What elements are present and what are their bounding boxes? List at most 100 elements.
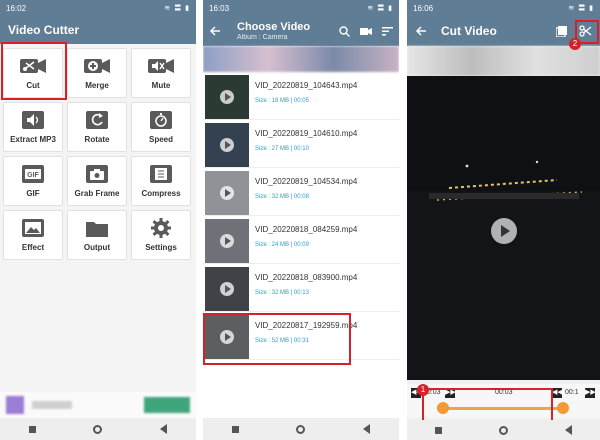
video-name: VID_20220819_104643.mp4 bbox=[255, 81, 358, 90]
tool-label: Output bbox=[83, 243, 111, 252]
step-badge-1: 1 bbox=[417, 384, 429, 396]
toolbar-actions bbox=[339, 25, 393, 37]
back-icon[interactable] bbox=[363, 424, 371, 434]
tool-label: Effect bbox=[21, 243, 45, 252]
play-icon bbox=[220, 186, 234, 200]
tool-extract-mp3-button[interactable]: Extract MP3 bbox=[3, 102, 63, 152]
app-title: Video Cutter bbox=[8, 23, 80, 37]
video-meta: Size : 32 MB | 00:08 bbox=[255, 194, 309, 200]
plus-film-icon bbox=[83, 56, 111, 76]
status-time: 16:03 bbox=[209, 3, 230, 13]
compress-icon bbox=[147, 164, 175, 184]
gear-icon bbox=[147, 218, 175, 238]
stopwatch-icon bbox=[147, 110, 175, 130]
video-name: VID_20220818_084259.mp4 bbox=[255, 225, 358, 234]
search-icon[interactable] bbox=[339, 25, 350, 37]
video-preview[interactable] bbox=[407, 76, 600, 380]
rewind-end-icon[interactable]: ◀◀ bbox=[552, 388, 563, 398]
svg-text:GIF: GIF bbox=[27, 172, 39, 179]
status-bar: 16:03 ≋ 〓 ▮ bbox=[203, 0, 399, 16]
video-list-item[interactable]: VID_20220818_084259.mp4 Size : 24 MB | 00… bbox=[203, 216, 399, 264]
tool-label: Merge bbox=[85, 81, 109, 90]
video-name: VID_20220819_104534.mp4 bbox=[255, 177, 358, 186]
play-icon bbox=[220, 234, 234, 248]
speaker-icon bbox=[19, 110, 47, 130]
tool-effect-button[interactable]: Effect bbox=[3, 210, 63, 260]
selected-video-highlight-box bbox=[203, 313, 351, 365]
tool-rotate-button[interactable]: Rotate bbox=[67, 102, 127, 152]
ad-install-button[interactable] bbox=[144, 397, 190, 413]
home-screen: 16:02 ≋ 〓 ▮ Video Cutter Cut Merge Mute bbox=[0, 0, 196, 440]
album-subtitle: Album : Camera bbox=[237, 34, 288, 41]
status-icons: ≋ 〓 ▮ bbox=[164, 5, 190, 12]
end-time: 00:1 bbox=[565, 389, 579, 396]
system-nav-bar bbox=[203, 418, 399, 440]
video-meta: Size : 27 MB | 00:10 bbox=[255, 146, 309, 152]
media-icon[interactable] bbox=[556, 25, 567, 37]
back-arrow-icon[interactable] bbox=[209, 25, 221, 37]
play-icon bbox=[220, 282, 234, 296]
cut-highlight-box bbox=[1, 42, 67, 100]
home-icon[interactable] bbox=[296, 424, 306, 434]
tool-grab-frame-button[interactable]: Grab Frame bbox=[67, 156, 127, 206]
tool-label: GIF bbox=[26, 189, 40, 198]
video-list-item[interactable]: VID_20220818_083900.mp4 Size : 32 MB | 00… bbox=[203, 264, 399, 312]
app-bar: Choose Video Album : Camera bbox=[203, 16, 399, 46]
ad-logo bbox=[6, 396, 24, 414]
status-bar: 16:06 ≋ 〓 ▮ bbox=[407, 0, 600, 16]
effect-icon bbox=[19, 218, 47, 238]
screen-title: Cut Video bbox=[441, 24, 497, 38]
tool-label: Extract MP3 bbox=[10, 135, 56, 144]
choose-video-screen: 16:03 ≋ 〓 ▮ Choose Video Album : Camera … bbox=[203, 0, 399, 440]
back-arrow-icon[interactable] bbox=[415, 25, 427, 37]
tool-mute-button[interactable]: Mute bbox=[131, 48, 191, 98]
video-meta: Size : 32 MB | 00:13 bbox=[255, 290, 309, 296]
recents-icon[interactable] bbox=[231, 425, 239, 433]
tool-merge-button[interactable]: Merge bbox=[67, 48, 127, 98]
tool-gif-button[interactable]: GIF GIF bbox=[3, 156, 63, 206]
play-icon bbox=[220, 138, 234, 152]
video-thumbnail bbox=[205, 267, 249, 311]
tool-label: Grab Frame bbox=[74, 189, 120, 198]
rotate-icon bbox=[83, 110, 111, 130]
recents-icon[interactable] bbox=[28, 425, 36, 433]
home-icon[interactable] bbox=[498, 425, 508, 435]
gif-icon: GIF bbox=[19, 164, 47, 184]
recents-icon[interactable] bbox=[435, 426, 443, 434]
status-icons: ≋ 〓 ▮ bbox=[568, 5, 594, 12]
video-name: VID_20220818_083900.mp4 bbox=[255, 273, 358, 282]
video-list-item[interactable]: VID_20220819_104610.mp4 Size : 27 MB | 00… bbox=[203, 120, 399, 168]
tool-speed-button[interactable]: Speed bbox=[131, 102, 191, 152]
camera-icon bbox=[83, 164, 111, 184]
ad-banner[interactable] bbox=[0, 392, 196, 418]
blurred-banner bbox=[407, 46, 600, 76]
mute-film-icon bbox=[147, 56, 175, 76]
app-bar: Video Cutter bbox=[0, 16, 196, 44]
album-banner bbox=[203, 46, 399, 72]
back-icon[interactable] bbox=[160, 424, 168, 434]
tool-output-button[interactable]: Output bbox=[67, 210, 127, 260]
ad-text bbox=[32, 401, 72, 409]
tool-label: Compress bbox=[141, 189, 181, 198]
video-meta: Size : 18 MB | 00:05 bbox=[255, 98, 309, 104]
tool-label: Speed bbox=[148, 135, 173, 144]
video-list-item[interactable]: VID_20220819_104534.mp4 Size : 32 MB | 00… bbox=[203, 168, 399, 216]
tool-label: Mute bbox=[151, 81, 171, 90]
back-icon[interactable] bbox=[564, 425, 572, 435]
title-block: Choose Video Album : Camera bbox=[237, 21, 310, 41]
video-thumbnail bbox=[205, 219, 249, 263]
tool-compress-button[interactable]: Compress bbox=[131, 156, 191, 206]
video-thumbnail bbox=[205, 75, 249, 119]
tool-settings-button[interactable]: Settings bbox=[131, 210, 191, 260]
home-icon[interactable] bbox=[93, 424, 103, 434]
trim-end-handle[interactable] bbox=[557, 402, 569, 414]
tool-label: Rotate bbox=[84, 135, 110, 144]
video-name: VID_20220819_104610.mp4 bbox=[255, 129, 358, 138]
sort-icon[interactable] bbox=[382, 26, 393, 36]
play-button[interactable] bbox=[491, 218, 517, 244]
video-camera-icon[interactable] bbox=[360, 27, 372, 36]
step-badge-2: 2 bbox=[569, 38, 581, 50]
video-meta: Size : 24 MB | 00:09 bbox=[255, 242, 309, 248]
video-list-item[interactable]: VID_20220819_104643.mp4 Size : 18 MB | 00… bbox=[203, 72, 399, 120]
forward-end-icon[interactable]: ▶▶ bbox=[585, 388, 596, 398]
